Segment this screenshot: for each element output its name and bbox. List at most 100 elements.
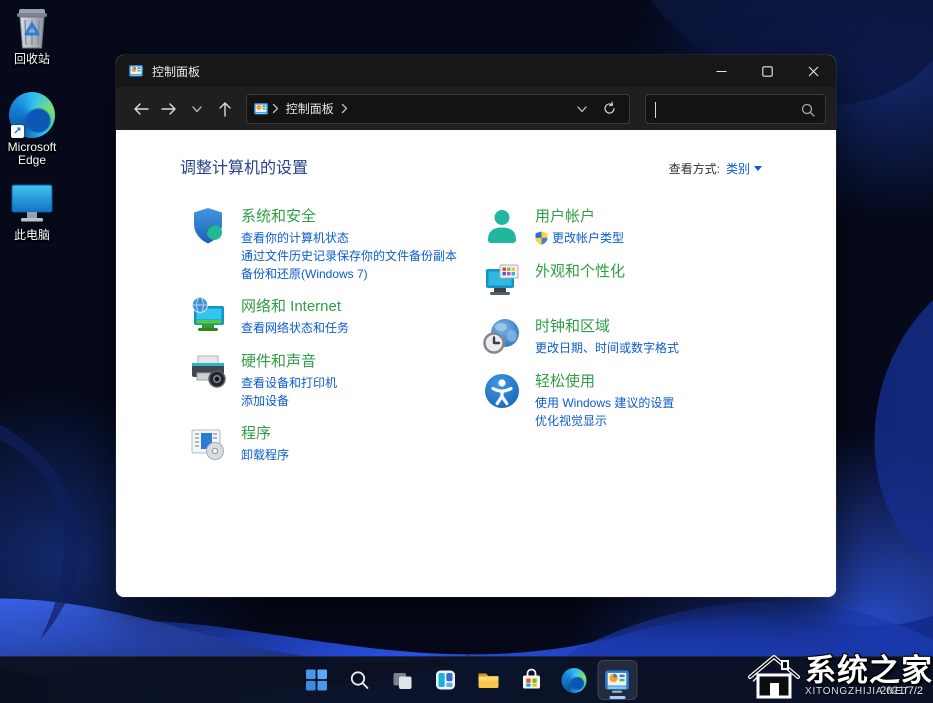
minimize-icon — [716, 66, 727, 77]
uac-shield-icon — [535, 231, 548, 245]
category-task-link[interactable]: 添加设备 — [241, 392, 337, 410]
control-panel-window: 控制面板 — [116, 55, 836, 597]
category-programs: 程序 卸载程序 — [188, 423, 482, 465]
edge-icon — [562, 668, 587, 693]
text-caret — [655, 102, 656, 118]
programs-icon[interactable] — [188, 423, 228, 463]
chevron-down-icon — [191, 103, 203, 115]
category-user-accounts: 用户帐户 更改帐户类型 — [482, 206, 836, 248]
control-panel-content: 调整计算机的设置 查看方式: 类别 — [116, 130, 836, 597]
desktop-icon-recycle-bin[interactable]: 回收站 — [0, 4, 64, 66]
clock-region-icon[interactable] — [482, 316, 522, 356]
category-task-link[interactable]: 使用 Windows 建议的设置 — [535, 394, 674, 412]
address-dropdown-button[interactable] — [569, 96, 595, 122]
view-by-value[interactable]: 类别 — [726, 160, 762, 177]
taskbar-start-button[interactable] — [296, 660, 336, 700]
active-app-indicator — [609, 696, 625, 699]
refresh-button[interactable] — [597, 96, 623, 122]
breadcrumb-chevron-icon[interactable] — [340, 103, 349, 114]
category-task-link[interactable]: 更改帐户类型 — [535, 229, 624, 247]
taskbar-widgets-button[interactable] — [425, 660, 465, 700]
taskbar-task-view-button[interactable] — [382, 660, 422, 700]
desktop-icon-microsoft-edge[interactable]: ↗ Microsoft Edge — [0, 92, 64, 167]
category-task-link[interactable]: 查看你的计算机状态 — [241, 229, 457, 247]
breadcrumb-chevron-icon[interactable] — [271, 103, 280, 114]
system-security-icon[interactable] — [188, 206, 228, 246]
category-hardware-sound: 硬件和声音 查看设备和打印机 添加设备 — [188, 351, 482, 410]
ease-of-access-icon[interactable] — [482, 371, 522, 411]
category-clock-region: 时钟和区域 更改日期、时间或数字格式 — [482, 316, 836, 358]
refresh-icon — [602, 101, 617, 116]
category-network-internet: 网络和 Internet 查看网络状态和任务 — [188, 296, 482, 338]
microsoft-store-icon — [519, 668, 543, 692]
show-hidden-icons-button[interactable] — [751, 671, 765, 689]
maximize-icon — [762, 66, 773, 77]
desktop-icon-label: 回收站 — [14, 53, 50, 66]
taskbar-search-button[interactable] — [339, 660, 379, 700]
maximize-button[interactable] — [744, 55, 790, 87]
recent-locations-button[interactable] — [184, 96, 210, 122]
chevron-down-icon — [576, 103, 588, 115]
category-system-security: 系统和安全 查看你的计算机状态 通过文件历史记录保存你的文件备份副本 备份和还原… — [188, 206, 482, 283]
minimize-button[interactable] — [698, 55, 744, 87]
window-titlebar[interactable]: 控制面板 — [116, 55, 836, 87]
category-title-link[interactable]: 硬件和声音 — [241, 351, 337, 372]
control-panel-icon — [604, 667, 631, 694]
network-internet-icon[interactable] — [188, 296, 228, 336]
search-icon — [348, 669, 370, 691]
category-title-link[interactable]: 时钟和区域 — [535, 316, 679, 337]
category-task-link[interactable]: 查看网络状态和任务 — [241, 319, 349, 337]
up-button[interactable] — [212, 96, 238, 122]
recycle-bin-icon — [11, 4, 53, 50]
view-by-label: 查看方式: — [669, 160, 720, 177]
taskbar-store-button[interactable] — [511, 660, 551, 700]
address-bar[interactable]: 控制面板 — [246, 94, 630, 124]
windows-start-icon — [304, 668, 328, 692]
hardware-sound-icon[interactable] — [188, 351, 228, 391]
taskbar-file-explorer-button[interactable] — [468, 660, 508, 700]
taskbar-control-panel-button[interactable] — [597, 660, 637, 700]
taskbar-edge-button[interactable] — [554, 660, 594, 700]
window-title: 控制面板 — [152, 63, 200, 80]
category-appearance-personalization: 外观和个性化 — [482, 261, 836, 303]
taskbar: 2021/7/2 — [0, 656, 933, 703]
breadcrumb-control-panel[interactable]: 控制面板 — [286, 100, 334, 117]
category-title-link[interactable]: 轻松使用 — [535, 371, 674, 392]
tray-date: 2021/7/2 — [880, 685, 923, 698]
category-task-link[interactable]: 更改日期、时间或数字格式 — [535, 339, 679, 357]
this-pc-icon — [9, 180, 55, 226]
forward-arrow-icon — [160, 100, 178, 118]
back-button[interactable] — [128, 96, 154, 122]
appearance-personalization-icon[interactable] — [482, 261, 522, 301]
category-column-left: 系统和安全 查看你的计算机状态 通过文件历史记录保存你的文件备份副本 备份和还原… — [116, 206, 482, 478]
widgets-icon — [433, 668, 457, 692]
close-button[interactable] — [790, 55, 836, 87]
tray-clock[interactable]: 2021/7/2 — [880, 685, 923, 698]
search-box[interactable] — [645, 94, 826, 124]
category-ease-of-access: 轻松使用 使用 Windows 建议的设置 优化视觉显示 — [482, 371, 836, 430]
category-title-link[interactable]: 外观和个性化 — [535, 261, 625, 282]
desktop-icon-this-pc[interactable]: 此电脑 — [0, 180, 64, 242]
control-panel-icon — [253, 101, 269, 117]
page-title: 调整计算机的设置 — [180, 154, 308, 178]
category-task-link[interactable]: 查看设备和打印机 — [241, 374, 337, 392]
user-accounts-icon[interactable] — [482, 206, 522, 246]
control-panel-icon — [128, 63, 144, 79]
search-input[interactable] — [646, 95, 825, 123]
desktop-icon-label: 此电脑 — [14, 229, 50, 242]
shortcut-arrow-icon: ↗ — [11, 125, 24, 138]
chevron-up-icon — [751, 674, 765, 684]
category-task-link[interactable]: 通过文件历史记录保存你的文件备份副本 — [241, 247, 457, 265]
forward-button[interactable] — [156, 96, 182, 122]
category-column-right: 用户帐户 更改帐户类型 — [482, 206, 836, 478]
category-title-link[interactable]: 系统和安全 — [241, 206, 457, 227]
category-title-link[interactable]: 网络和 Internet — [241, 296, 349, 317]
up-arrow-icon — [217, 101, 233, 117]
category-task-link[interactable]: 备份和还原(Windows 7) — [241, 265, 457, 283]
category-title-link[interactable]: 程序 — [241, 423, 289, 444]
close-icon — [808, 66, 819, 77]
category-task-link[interactable]: 卸载程序 — [241, 446, 289, 464]
category-task-link[interactable]: 优化视觉显示 — [535, 412, 674, 430]
category-title-link[interactable]: 用户帐户 — [535, 206, 624, 227]
view-by-control: 查看方式: 类别 — [669, 160, 762, 177]
